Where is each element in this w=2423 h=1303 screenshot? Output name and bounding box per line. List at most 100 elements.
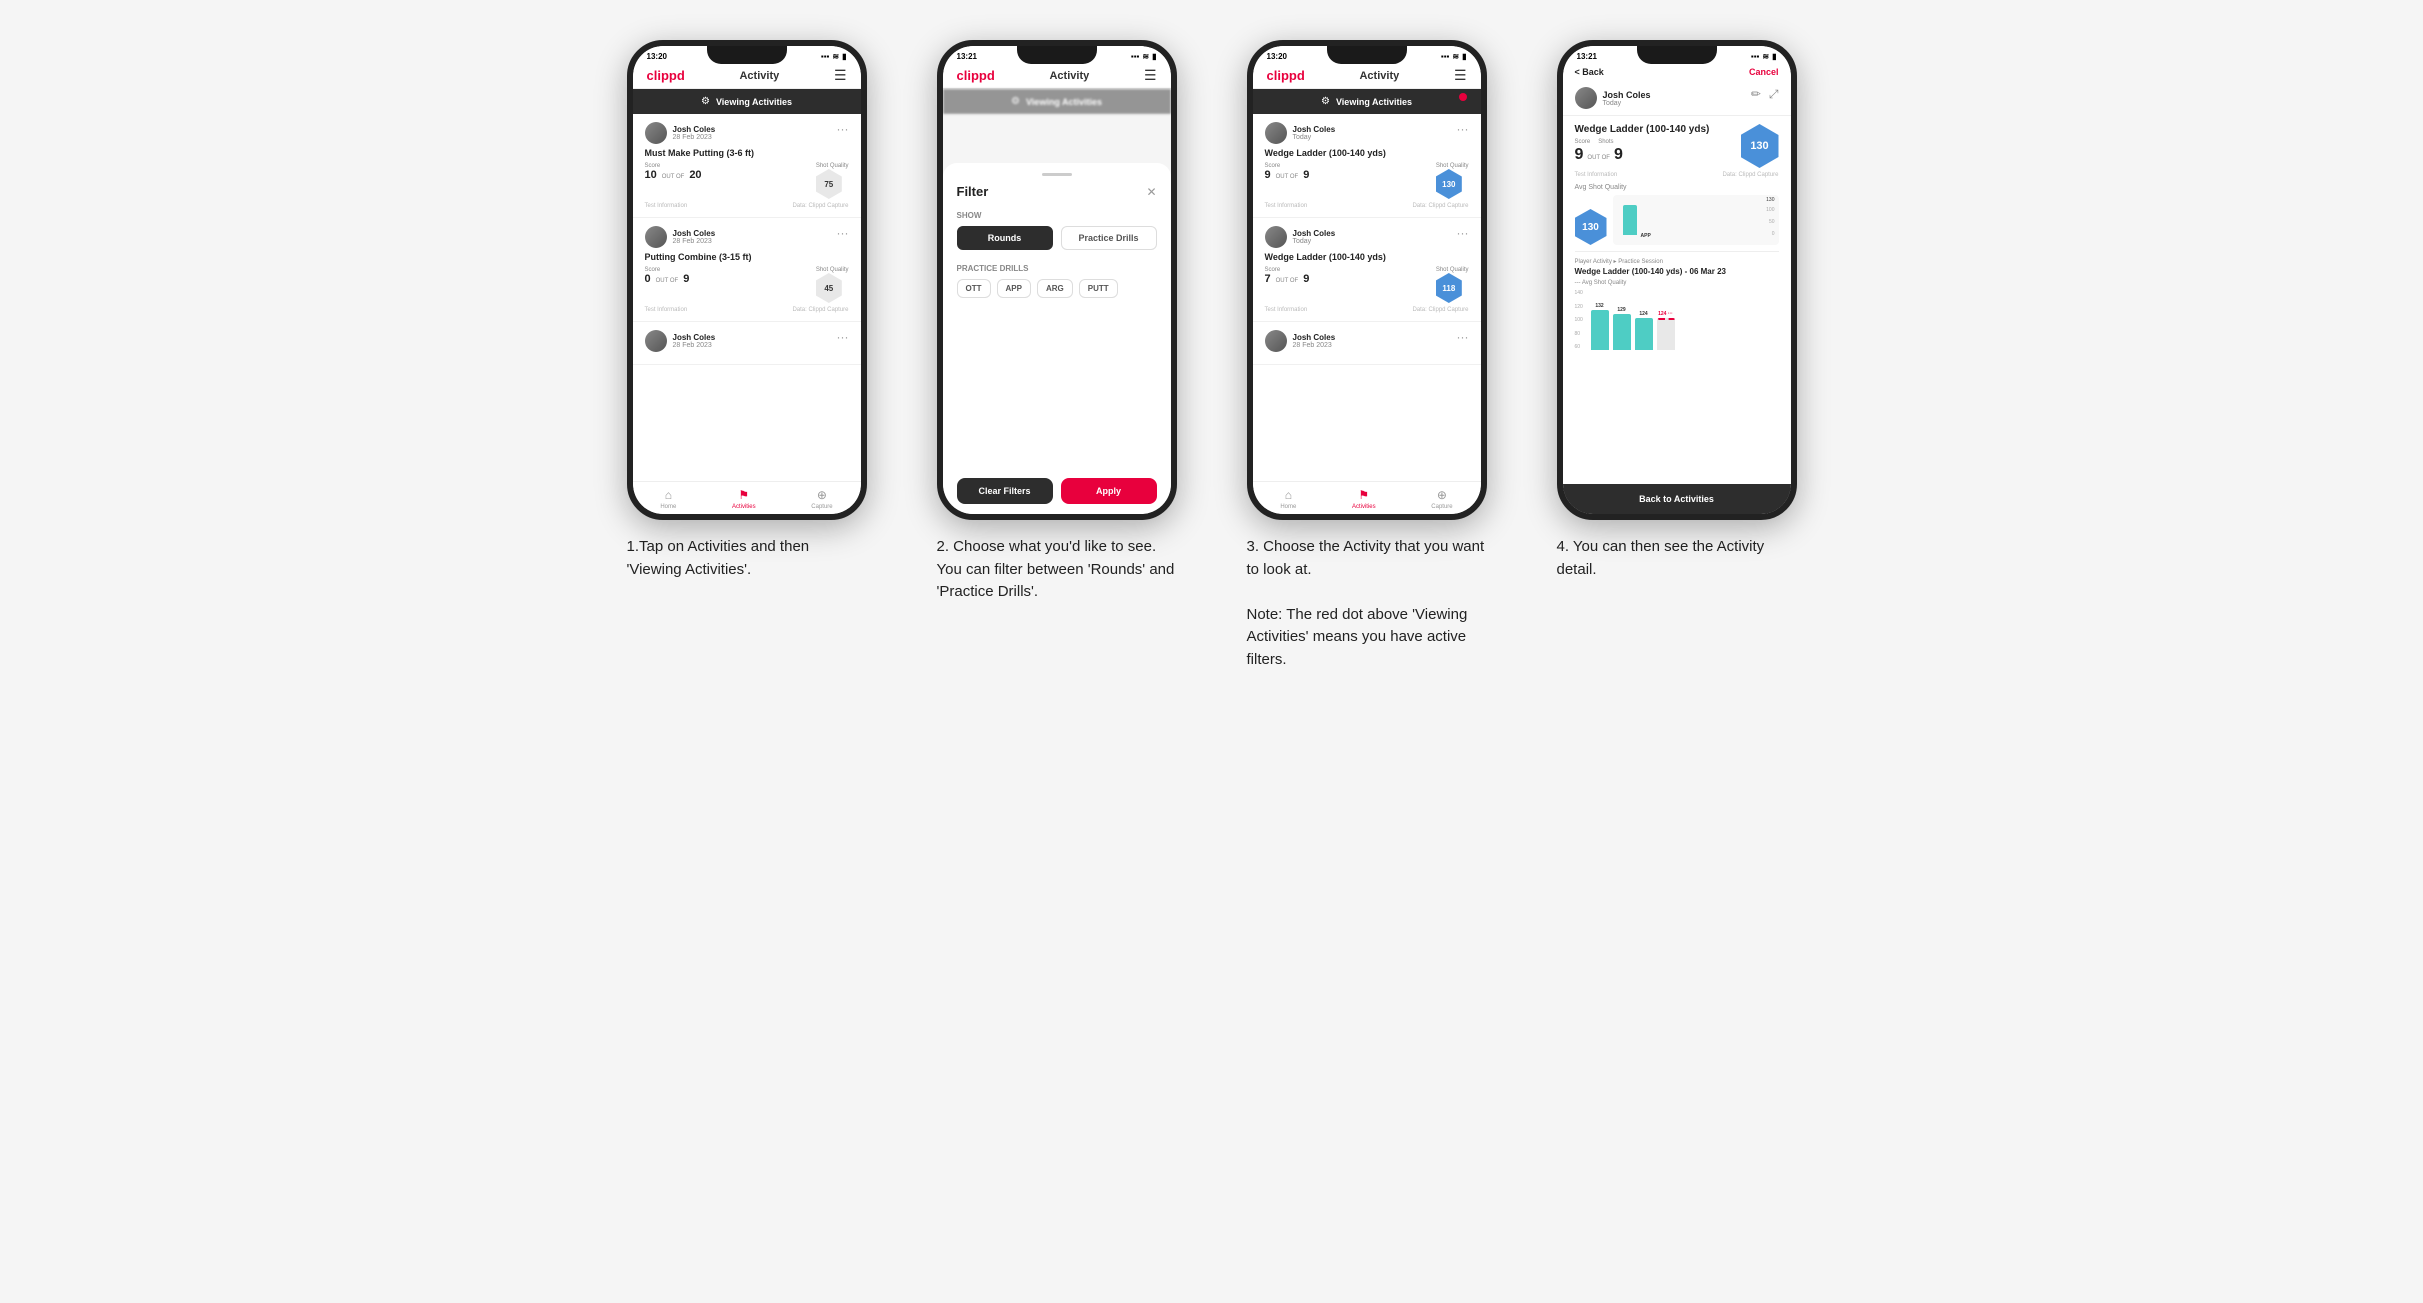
- dots-menu-1-2[interactable]: ···: [837, 226, 849, 240]
- user-info-3-1: Josh Coles Today: [1265, 122, 1336, 144]
- expand-icon-4[interactable]: ⤢: [1769, 87, 1779, 102]
- detail-user-section-4: Josh Coles Today ✏ ⤢: [1563, 81, 1791, 116]
- user-date-1-1: 28 Feb 2023: [673, 134, 716, 141]
- test-info-1-1: Test Information: [645, 203, 688, 209]
- dots-menu-1-3[interactable]: ···: [837, 330, 849, 344]
- back-btn-4[interactable]: < Back: [1575, 67, 1604, 77]
- stat-value-3-2: 7: [1265, 273, 1271, 285]
- activity-card-3-2[interactable]: Josh Coles Today ··· Wedge Ladder (100-1…: [1253, 218, 1481, 322]
- back-to-activities-btn-4[interactable]: Back to Activities: [1563, 484, 1791, 514]
- bottom-nav-activities-1[interactable]: ⚑ Activities: [732, 488, 756, 510]
- phone-screen-1: 13:20 ▪▪▪ ≋ ▮ clippd Activity ☰ ⚙ View: [633, 46, 861, 514]
- bar-val-4-3: 124: [1639, 311, 1647, 317]
- data-source-3-2: Data: Clippd Capture: [1412, 307, 1468, 313]
- practice-drills-label-2: Practice Drills: [957, 264, 1157, 273]
- viewing-banner-1[interactable]: ⚙ Viewing Activities: [633, 89, 861, 114]
- viewing-banner-2[interactable]: ⚙ Viewing Activities: [943, 89, 1171, 114]
- viewing-banner-3[interactable]: ⚙ Viewing Activities: [1253, 89, 1481, 114]
- bottom-nav-home-3[interactable]: ⌂ Home: [1280, 488, 1296, 510]
- clear-filters-btn-2[interactable]: Clear Filters: [957, 478, 1053, 504]
- user-details-1-3: Josh Coles 28 Feb 2023: [673, 333, 716, 349]
- card-footer-1-2: Test Information Data: Clippd Capture: [645, 307, 849, 313]
- rounds-btn-2[interactable]: Rounds: [957, 226, 1053, 250]
- activity-card-1-2[interactable]: Josh Coles 28 Feb 2023 ··· Putting Combi…: [633, 218, 861, 322]
- bar-group-4-4: 124 ···: [1657, 311, 1675, 350]
- data-source-3-1: Data: Clippd Capture: [1412, 203, 1468, 209]
- dots-menu-3-1[interactable]: ···: [1457, 122, 1469, 136]
- phone-screen-4: 13:21 ▪▪▪ ≋ ▮ < Back Cancel: [1563, 46, 1791, 514]
- status-icons-1: ▪▪▪ ≋ ▮: [821, 52, 847, 61]
- drill-tag-ott-2[interactable]: OTT: [957, 279, 991, 298]
- dots-menu-3-2[interactable]: ···: [1457, 226, 1469, 240]
- bottom-nav-capture-3[interactable]: ⊕ Capture: [1431, 488, 1452, 510]
- edit-icon-4[interactable]: ✏: [1751, 87, 1761, 102]
- stat-value-1-1: 10: [645, 169, 657, 181]
- data-source-4: Data: Clippd Capture: [1722, 172, 1778, 178]
- sq-badge-3-1: 130: [1436, 169, 1462, 199]
- phone-section-1: 13:20 ▪▪▪ ≋ ▮ clippd Activity ☰ ⚙ View: [607, 40, 887, 581]
- detail-user-date-4: Today: [1603, 100, 1651, 107]
- wifi-icon-3: ≋: [1452, 52, 1459, 61]
- bottom-nav-activities-3[interactable]: ⚑ Activities: [1352, 488, 1376, 510]
- drill-tag-app-2[interactable]: APP: [997, 279, 1031, 298]
- bottom-nav-home-1[interactable]: ⌂ Home: [660, 488, 676, 510]
- detail-shots-value-4: 9: [1614, 146, 1623, 164]
- status-time-4: 13:21: [1577, 52, 1597, 61]
- menu-icon-2[interactable]: ☰: [1144, 67, 1157, 84]
- detail-shots-label-4: Shots: [1598, 139, 1613, 145]
- shots-value-3-2: 9: [1303, 273, 1309, 285]
- activity-card-1-3[interactable]: Josh Coles 28 Feb 2023 ···: [633, 322, 861, 365]
- activity-card-1-1[interactable]: Josh Coles 28 Feb 2023 ··· Must Make Put…: [633, 114, 861, 218]
- detail-score-row-4: 9 OUT OF 9: [1575, 146, 1741, 164]
- stat-block-score-3-2: Score 7 OUT OF 9: [1265, 267, 1310, 303]
- viewing-banner-text-2: Viewing Activities: [1026, 97, 1102, 107]
- stat-block-score-1-1: Score 10 OUT OF 20: [645, 163, 702, 199]
- filter-toggle-row-2: Rounds Practice Drills: [957, 226, 1157, 250]
- sq-badge-3-2: 118: [1436, 273, 1462, 303]
- avg-shot-badge-4: 130: [1575, 209, 1607, 245]
- apply-btn-2[interactable]: Apply: [1061, 478, 1157, 504]
- cancel-btn-4[interactable]: Cancel: [1749, 67, 1779, 77]
- drill-tag-arg-2[interactable]: ARG: [1037, 279, 1073, 298]
- menu-icon-1[interactable]: ☰: [834, 67, 847, 84]
- phone-screen-3: 13:20 ▪▪▪ ≋ ▮ clippd Activity ☰ ⚙ View: [1253, 46, 1481, 514]
- detail-user-info-4: Josh Coles Today: [1575, 87, 1651, 109]
- activity-card-3-1[interactable]: Josh Coles Today ··· Wedge Ladder (100-1…: [1253, 114, 1481, 218]
- avatar-1-2: [645, 226, 667, 248]
- detail-title-block-4: Wedge Ladder (100-140 yds) Score Shots 9…: [1575, 124, 1741, 164]
- bottom-nav-capture-1[interactable]: ⊕ Capture: [811, 488, 832, 510]
- signal-icon-3: ▪▪▪: [1441, 52, 1450, 61]
- activity-card-3-3[interactable]: Josh Coles 28 Feb 2023 ···: [1253, 322, 1481, 365]
- user-info-3-2: Josh Coles Today: [1265, 226, 1336, 248]
- stat-outof-1-2: OUT OF: [656, 278, 679, 284]
- activities-label-1: Activities: [732, 504, 756, 510]
- logo-1: clippd: [647, 68, 685, 83]
- caption-3: 3. Choose the Activity that you want to …: [1247, 536, 1487, 671]
- data-source-1-2: Data: Clippd Capture: [792, 307, 848, 313]
- user-info-3-3: Josh Coles 28 Feb 2023: [1265, 330, 1336, 352]
- bar-4-3: [1635, 318, 1653, 350]
- wifi-icon-2: ≋: [1142, 52, 1149, 61]
- user-date-3-3: 28 Feb 2023: [1293, 342, 1336, 349]
- capture-icon-3: ⊕: [1437, 488, 1447, 502]
- bar-group-4-3: 124: [1635, 311, 1653, 350]
- dots-menu-3-3[interactable]: ···: [1457, 330, 1469, 344]
- user-details-1-2: Josh Coles 28 Feb 2023: [673, 229, 716, 245]
- menu-icon-3[interactable]: ☰: [1454, 67, 1467, 84]
- stat-outof-1-1: OUT OF: [662, 174, 685, 180]
- avg-shot-content-4: 130 130 100 50 0 APP: [1575, 195, 1779, 245]
- dots-menu-1-1[interactable]: ···: [837, 122, 849, 136]
- card-header-3-2: Josh Coles Today ···: [1265, 226, 1469, 248]
- phone-2: 13:21 ▪▪▪ ≋ ▮ clippd Activity ☰ ⚙ View: [937, 40, 1177, 520]
- phone-notch-1: [707, 46, 787, 64]
- bar-group-4-1: 132: [1591, 303, 1609, 350]
- test-info-4: Test Information: [1575, 172, 1618, 178]
- capture-icon-1: ⊕: [817, 488, 827, 502]
- detail-main-4: Wedge Ladder (100-140 yds) Score Shots 9…: [1563, 116, 1791, 484]
- nav-bar-3: clippd Activity ☰: [1253, 63, 1481, 89]
- detail-icons-4: ✏ ⤢: [1751, 87, 1779, 102]
- activity-title-1-1: Must Make Putting (3-6 ft): [645, 148, 849, 158]
- filter-close-2[interactable]: ✕: [1146, 185, 1156, 199]
- practice-drills-btn-2[interactable]: Practice Drills: [1061, 226, 1157, 250]
- drill-tag-putt-2[interactable]: PUTT: [1079, 279, 1118, 298]
